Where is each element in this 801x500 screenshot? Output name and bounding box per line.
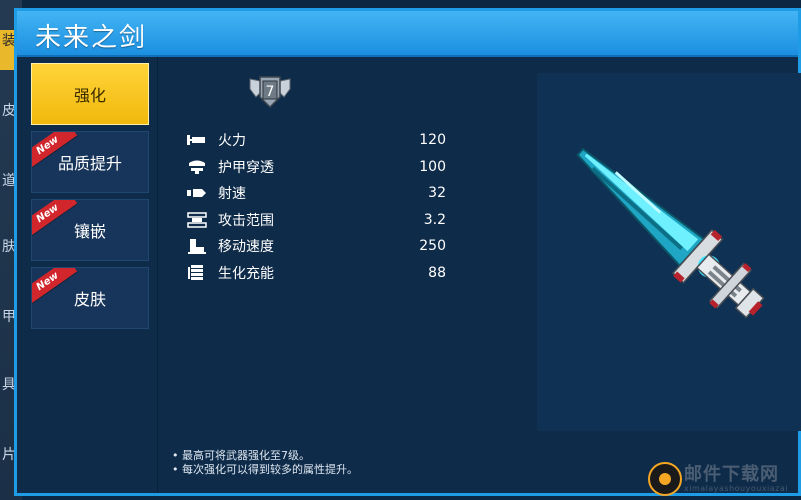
weapon-dialog: 未来之剑 强化 New 品质提升 New 镶嵌 New 皮肤 7 火力 120 … (14, 8, 801, 496)
stat-value: 120 (419, 132, 446, 149)
stat-label: 攻击范围 (218, 212, 274, 229)
stat-value: 3.2 (423, 211, 446, 228)
stat-value: 100 (419, 158, 446, 175)
attack-range-icon (186, 212, 208, 228)
watermark-logo-icon (648, 462, 682, 496)
upgrade-menu: 强化 New 品质提升 New 镶嵌 New 皮肤 (31, 63, 151, 335)
stat-label: 火力 (218, 133, 246, 150)
stat-row: 移动速度 250 (186, 233, 446, 260)
tab-skin[interactable]: New 皮肤 (31, 267, 149, 329)
stat-value: 88 (428, 264, 446, 281)
stat-row: 射速 32 (186, 180, 446, 207)
weapon-preview (537, 73, 801, 431)
bio-charge-icon (186, 264, 208, 281)
weapon-title: 未来之剑 (35, 23, 148, 53)
future-sword-icon (576, 147, 765, 319)
stats-list: 火力 120 护甲穿透 100 射速 32 攻击范围 3.2 移动速度 250 … (186, 127, 446, 286)
watermark-text: 邮件下载网 (684, 464, 779, 485)
stat-value: 32 (428, 185, 446, 202)
fire-rate-icon (186, 185, 208, 201)
tab-inlay[interactable]: New 镶嵌 (31, 199, 149, 261)
level-badge-icon: 7 (249, 76, 291, 109)
stat-row: 生化充能 88 (186, 260, 446, 287)
stat-label: 生化充能 (218, 265, 274, 282)
tab-label: 品质提升 (57, 154, 122, 173)
enhance-notes: • 最高可将武器强化至7级。 • 每次强化可以得到较多的属性提升。 (172, 449, 358, 477)
stat-row: 火力 120 (186, 127, 446, 154)
stat-label: 射速 (218, 186, 246, 203)
move-speed-icon (186, 238, 208, 255)
level-number: 7 (266, 84, 275, 100)
tab-quality-upgrade[interactable]: New 品质提升 (31, 131, 149, 193)
enhance-panel: 7 火力 120 护甲穿透 100 射速 32 攻击范围 3.2 移动速度 25… (158, 57, 532, 493)
tab-label: 强化 (73, 86, 106, 105)
stat-value: 250 (419, 238, 446, 255)
stat-row: 攻击范围 3.2 (186, 207, 446, 234)
tab-enhance[interactable]: 强化 (31, 63, 149, 125)
stat-label: 护甲穿透 (218, 159, 274, 176)
note-line: • 每次强化可以得到较多的属性提升。 (172, 463, 358, 476)
armor-piercing-icon (186, 159, 208, 175)
firepower-icon (186, 132, 208, 148)
site-watermark: 邮件下载网 ximalayashouyouxiazai (640, 456, 800, 500)
new-badge: New (32, 200, 78, 238)
stat-row: 护甲穿透 100 (186, 154, 446, 181)
note-line: • 最高可将武器强化至7级。 (172, 449, 310, 462)
title-bar: 未来之剑 (17, 11, 798, 57)
tab-label: 镶嵌 (73, 222, 106, 241)
tab-label: 皮肤 (73, 290, 106, 309)
new-badge: New (32, 268, 78, 306)
watermark-subtext: ximalayashouyouxiazai (684, 484, 788, 493)
stat-label: 移动速度 (218, 239, 274, 256)
